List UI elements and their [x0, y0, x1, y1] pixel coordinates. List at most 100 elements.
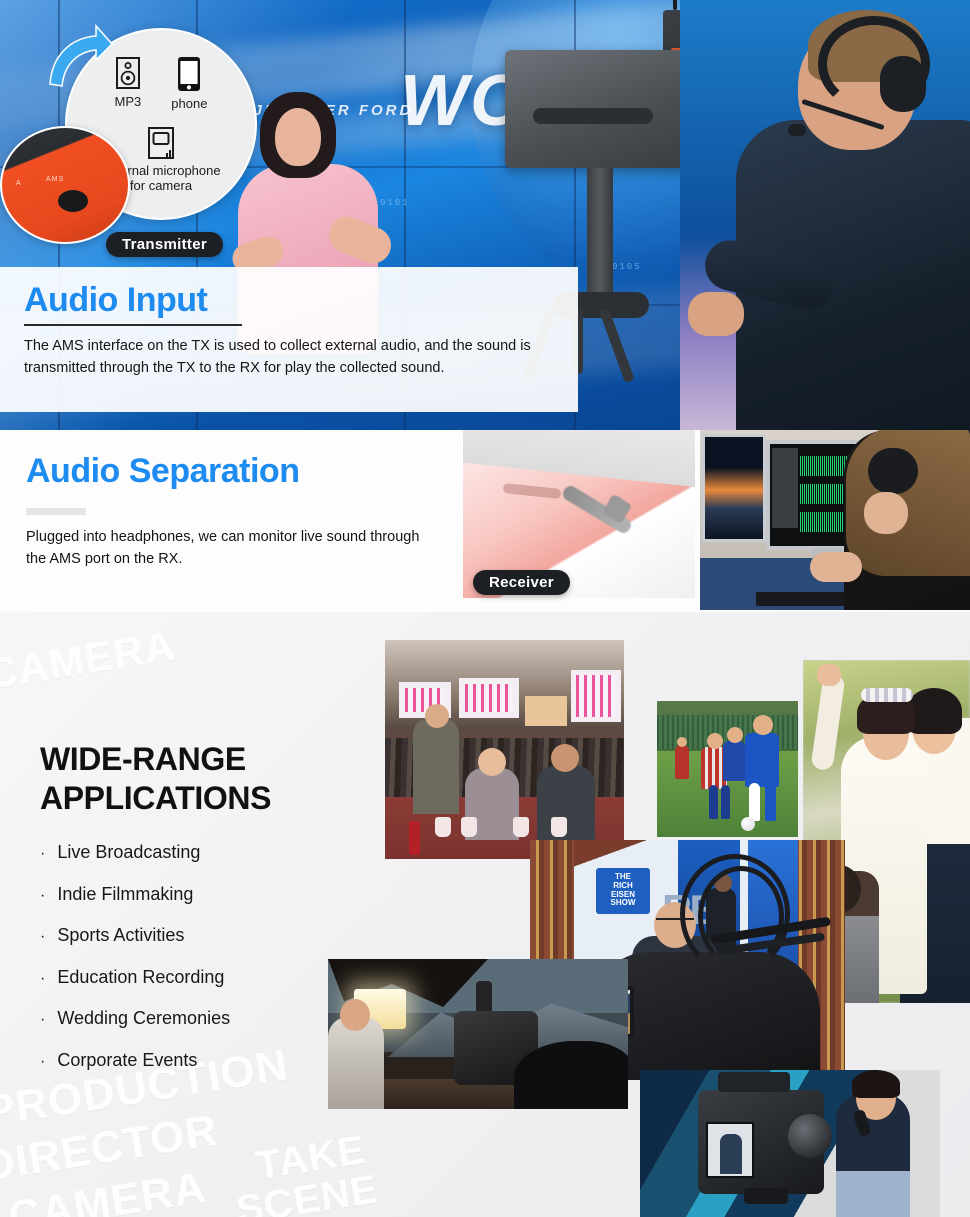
bullet-icon: · — [40, 1052, 46, 1070]
conference-event-photo — [385, 640, 624, 859]
audio-separation-body: Plugged into headphones, we can monitor … — [26, 529, 420, 568]
attendee-head — [478, 748, 506, 776]
audio-input-body: The AMS interface on the TX is used to c… — [24, 338, 531, 377]
player-leg — [721, 785, 730, 819]
cable-loop — [698, 866, 784, 968]
stage-screen — [571, 670, 621, 722]
show-logo: THE RICH EISEN SHOW — [596, 868, 650, 914]
applications-title: WIDE-RANGE APPLICATIONS — [40, 740, 271, 819]
device-marking: A — [16, 180, 22, 187]
presenter-hair — [852, 1070, 900, 1098]
show-logo-line2: RICH — [613, 880, 633, 890]
camera-lcd-screen — [706, 1122, 754, 1178]
list-item: · Wedding Ceremonies — [40, 1008, 230, 1029]
pedestal-column — [587, 168, 613, 296]
list-item: · Corporate Events — [40, 1050, 230, 1071]
watermark-text: CAMERA — [5, 1162, 210, 1217]
list-item-label: Indie Filmmaking — [57, 883, 194, 904]
cup — [551, 817, 567, 837]
player-head — [727, 727, 743, 743]
phone-icon — [178, 57, 201, 91]
stage-screen — [525, 696, 567, 726]
watermark-text: SCENE — [233, 1167, 382, 1217]
bride-hand — [817, 664, 841, 686]
applications-list: · Live Broadcasting · Indie Filmmaking · Sp… — [40, 842, 230, 1091]
player-figure — [745, 733, 779, 787]
attendee-head — [551, 744, 579, 772]
cup — [513, 817, 529, 837]
pedestal-leg — [599, 308, 635, 384]
soda-bottle — [409, 821, 420, 855]
heading-divider — [26, 508, 86, 515]
show-logo-line3: EISEN — [610, 889, 635, 899]
camera-icon — [148, 127, 174, 159]
camera-lens — [788, 1114, 832, 1158]
show-logo-line1: THE — [615, 872, 631, 881]
ams-port — [58, 190, 88, 212]
headset-earcup — [880, 56, 926, 112]
mp3-icon-group: MP3 — [114, 56, 142, 111]
camera-icon-label-line2: for camera — [129, 178, 193, 194]
crew-head — [340, 999, 370, 1031]
camera-body — [505, 50, 695, 168]
audio-separation-heading: Audio Separation — [26, 452, 300, 490]
mp3-icon-label: MP3 — [114, 94, 142, 109]
list-item: · Sports Activities — [40, 925, 230, 946]
engineer-hand — [864, 492, 908, 534]
audio-editing-photo — [700, 430, 970, 610]
applications-title-line2: APPLICATIONS — [40, 780, 272, 817]
camera-top-handle — [718, 1072, 790, 1092]
soccer-ball — [741, 817, 755, 831]
foreground-silhouette — [514, 1041, 628, 1109]
player-head — [753, 715, 773, 735]
mp3-player-icon — [115, 57, 140, 89]
player-leg — [749, 783, 760, 821]
heading-divider — [24, 324, 242, 326]
bullet-icon: · — [40, 1011, 46, 1028]
receiver-badge: Receiver — [473, 570, 570, 595]
tripod-head — [744, 1188, 788, 1204]
player-head — [677, 737, 687, 747]
audio-input-card: Audio Input The AMS interface on the TX … — [0, 267, 578, 412]
stage-screen — [459, 678, 519, 718]
screen-graphic — [465, 684, 513, 712]
camera-hood — [533, 108, 653, 124]
camera-operator-figure — [680, 0, 970, 430]
operator-hand — [688, 292, 744, 336]
list-item: · Indie Filmmaking — [40, 884, 230, 905]
cup — [435, 817, 451, 837]
list-item-label: Wedding Ceremonies — [57, 1008, 231, 1028]
cup — [461, 817, 477, 837]
outdoor-filming-photo — [328, 959, 628, 1109]
anchor-face — [275, 108, 321, 166]
phone-icon-group: phone — [171, 56, 207, 111]
presenter-recording-photo — [640, 1070, 940, 1217]
bullet-icon: · — [40, 928, 46, 945]
applications-title-line1: WIDE-RANGE — [40, 741, 246, 777]
bullet-icon: · — [40, 845, 46, 862]
lcd-preview-figure — [720, 1134, 742, 1174]
sports-soccer-photo — [657, 701, 798, 837]
watermark-text: DIRECTOR — [0, 1105, 222, 1192]
list-item: · Live Broadcasting — [40, 842, 230, 863]
player-leg — [765, 783, 776, 821]
secondary-monitor — [702, 434, 766, 542]
transmitter-device-closeup: A AMS — [0, 126, 130, 244]
list-item-label: Education Recording — [57, 966, 225, 987]
attendee-head — [425, 704, 449, 728]
receiver-slot — [502, 482, 562, 500]
player-figure — [723, 741, 745, 781]
watermark-text: TAKE — [253, 1127, 369, 1189]
daw-sidebar — [772, 448, 798, 528]
audio-input-heading: Audio Input — [24, 281, 208, 319]
list-item-label: Live Broadcasting — [57, 842, 201, 862]
attendee-figure — [413, 718, 459, 814]
flower-crown — [861, 688, 913, 702]
engineer-hand — [810, 552, 862, 582]
player-head — [707, 733, 723, 749]
antenna-icon — [673, 0, 677, 10]
bullet-icon: · — [40, 886, 46, 904]
headphones-icon — [868, 448, 918, 494]
screen-graphic — [576, 675, 616, 717]
list-item-label: Corporate Events — [57, 1049, 198, 1070]
